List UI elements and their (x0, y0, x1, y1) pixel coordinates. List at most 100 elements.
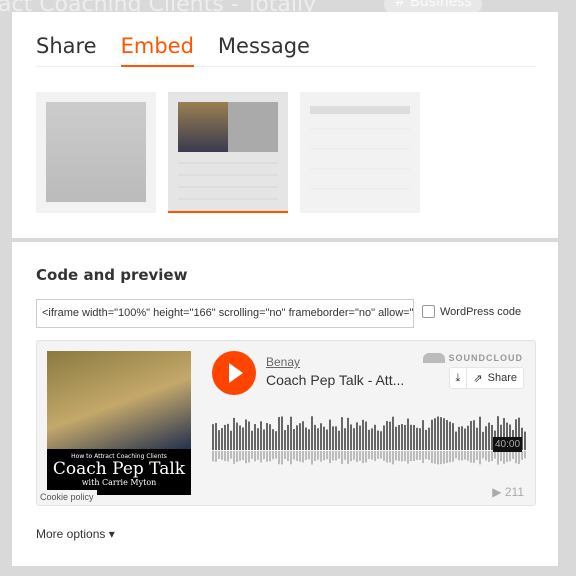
waveform-bar (296, 425, 298, 450)
waveform-reflection-bar (404, 451, 406, 462)
waveform-bar (350, 424, 352, 450)
waveform-reflection-bar (338, 451, 340, 459)
waveform-bar (257, 428, 259, 450)
user-link[interactable]: Benay (266, 355, 300, 369)
waveform-reflection-bar (485, 451, 487, 461)
waveform-reflection-bar (440, 451, 442, 465)
waveform-bar (332, 426, 334, 450)
waveform-reflection-bar (215, 451, 217, 462)
waveform-bar (386, 421, 388, 450)
waveform-reflection-bar (308, 451, 310, 460)
waveform-bar (317, 428, 319, 450)
waveform-reflection-bar (434, 451, 436, 464)
waveform-reflection-bar (443, 451, 445, 464)
waveform-reflection-bar (479, 451, 481, 465)
soundcloud-cloud-icon (422, 353, 445, 363)
waveform-reflection-bar (269, 451, 271, 462)
waveform-bar (356, 422, 358, 450)
waveform-reflection-bar (503, 451, 505, 464)
tab-share[interactable]: Share (36, 34, 97, 67)
waveform-bar (485, 426, 487, 450)
waveform-bar (479, 416, 481, 450)
waveform-bar (263, 429, 265, 450)
waveform-reflection-bar (302, 451, 304, 463)
wordpress-label: WordPress code (440, 305, 522, 318)
waveform-reflection-bar (230, 451, 232, 459)
waveform-reflection-bar (245, 451, 247, 464)
waveform-bar (341, 417, 343, 450)
waveform-bar (359, 425, 361, 450)
waveform-reflection-bar (326, 451, 328, 460)
waveform-reflection-bar (413, 451, 415, 462)
waveform-bar (284, 430, 286, 450)
embed-style-classic[interactable] (168, 92, 288, 213)
waveform-reflection-bar (212, 451, 214, 462)
waveform-bar (383, 425, 385, 450)
waveform-bar (353, 428, 355, 450)
wordpress-checkbox[interactable]: WordPress code (422, 305, 521, 318)
waveform-bar (326, 429, 328, 450)
track-title[interactable]: Coach Pep Talk - Att... (266, 372, 404, 388)
waveform-reflection-bar (377, 451, 379, 459)
waveform-reflection-bar (335, 451, 337, 461)
waveform-reflection-bar (272, 451, 274, 460)
waveform-reflection-bar (227, 451, 229, 462)
waveform-bar (461, 426, 463, 450)
waveform-bar (467, 425, 469, 450)
waveform-bar (416, 427, 418, 450)
waveform-bar (440, 417, 442, 450)
waveform-reflection-bar (461, 451, 463, 461)
waveform-bar (236, 422, 238, 450)
share-button[interactable]: ⇗ Share (467, 368, 523, 388)
waveform-bar (437, 416, 439, 450)
embed-code-input[interactable]: <iframe width="100%" height="166" scroll… (36, 299, 414, 328)
soundcloud-logo[interactable]: SOUNDCLOUD (422, 353, 524, 363)
waveform-bar (299, 423, 301, 450)
waveform-bar (275, 431, 277, 450)
waveform-bar (281, 416, 283, 450)
waveform-reflection-bar (422, 451, 424, 463)
plays-icon: ▶ (492, 485, 505, 499)
more-options-button[interactable]: More options ▾ (36, 527, 115, 541)
waveform-bar (338, 430, 340, 450)
embed-style-artwork[interactable] (36, 92, 156, 213)
waveform-reflection-bar (233, 451, 235, 464)
waveform-reflection-bar (476, 451, 478, 460)
waveform-reflection-bar (254, 451, 256, 462)
play-button[interactable] (212, 351, 256, 395)
cookie-policy-link[interactable]: Cookie policy (37, 490, 97, 504)
waveform-reflection-bar (497, 451, 499, 465)
waveform-reflection-bar (509, 451, 511, 462)
waveform-bar (239, 425, 241, 450)
waveform[interactable] (212, 415, 526, 467)
waveform-bar (524, 431, 526, 450)
waveform-bar (227, 423, 229, 450)
waveform-bar (362, 419, 364, 450)
waveform-bar (422, 420, 424, 450)
waveform-bar (269, 424, 271, 450)
waveform-reflection-bar (329, 451, 331, 464)
waveform-reflection-bar (371, 451, 373, 460)
share-modal-top: Share Embed Message (12, 12, 558, 238)
waveform-reflection-bar (500, 451, 502, 462)
tab-embed[interactable]: Embed (120, 34, 194, 67)
tab-message[interactable]: Message (218, 34, 310, 67)
waveform-bar (431, 419, 433, 450)
checkbox[interactable] (422, 305, 435, 318)
waveform-reflection-bar (407, 451, 409, 464)
download-button[interactable]: ⤓ (450, 368, 468, 388)
waveform-reflection-bar (221, 451, 223, 460)
waveform-reflection-bar (380, 451, 382, 459)
waveform-reflection-bar (473, 451, 475, 463)
waveform-reflection-bar (236, 451, 238, 462)
artwork-line3: with Carrie Myton (81, 478, 157, 487)
waveform-bar (473, 420, 475, 450)
embed-style-minimal[interactable] (300, 92, 420, 213)
waveform-bar (245, 419, 247, 450)
waveform-reflection-bar (482, 451, 484, 459)
waveform-reflection-bar (464, 451, 466, 460)
waveform-bar (254, 424, 256, 450)
waveform-reflection-bar (374, 451, 376, 462)
waveform-reflection-bar (317, 451, 319, 460)
waveform-bar (458, 426, 460, 450)
